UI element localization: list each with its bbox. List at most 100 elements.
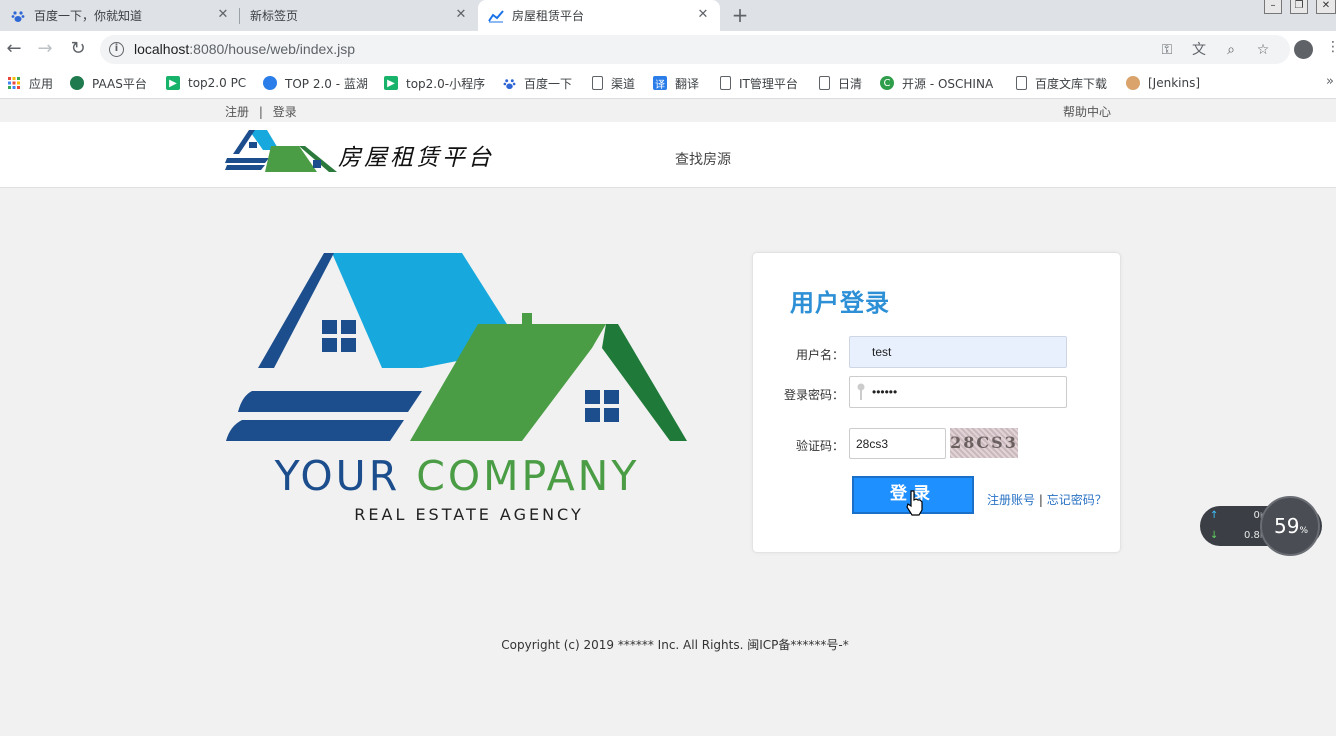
browser-toolbar: ← → ↻ i localhost:8080/house/web/index.j… bbox=[0, 31, 1336, 68]
minimize-icon[interactable]: – bbox=[1264, 0, 1282, 14]
menu-icon[interactable]: ⋮ bbox=[1326, 39, 1336, 55]
password-label: 登录密码： bbox=[783, 388, 844, 402]
bookmark-label: 日清 bbox=[838, 76, 863, 91]
close-icon[interactable]: ✕ bbox=[696, 8, 710, 22]
help-center-link[interactable]: 帮助中心 bbox=[1063, 103, 1111, 120]
bookmark-apps[interactable]: 应用 bbox=[7, 73, 53, 93]
close-icon[interactable]: ✕ bbox=[216, 8, 230, 22]
company-tagline: REAL ESTATE AGENCY bbox=[354, 505, 584, 524]
bookmark-top2-lanhu[interactable]: TOP 2.0 - 蓝湖 bbox=[263, 73, 368, 93]
bookmark-wenku[interactable]: 百度文库下载 bbox=[1016, 73, 1107, 93]
site-logo[interactable] bbox=[225, 128, 337, 176]
bookmark-top2-miniprogram[interactable]: ▶ top2.0-小程序 bbox=[384, 73, 485, 93]
bookmark-riqing[interactable]: 日清 bbox=[819, 73, 862, 93]
bookmark-label: IT管理平台 bbox=[739, 76, 798, 91]
bookmark-translate[interactable]: 译翻译 bbox=[653, 73, 699, 93]
bookmark-label: top2.0-小程序 bbox=[406, 76, 486, 91]
captcha-label: 验证码： bbox=[795, 439, 844, 453]
page-icon bbox=[819, 76, 830, 90]
zoom-icon[interactable]: ⌕ bbox=[1222, 41, 1240, 59]
captcha-input[interactable]: 28cs3 bbox=[849, 428, 946, 459]
arrow-up-icon: ↑ bbox=[1210, 510, 1219, 521]
profile-avatar-icon[interactable] bbox=[1294, 40, 1313, 59]
footer-copyright: Copyright (c) 2019 ****** Inc. All Right… bbox=[501, 638, 849, 652]
translate-icon[interactable]: 文 bbox=[1190, 41, 1208, 59]
separator: | bbox=[258, 105, 263, 119]
page-topbar: 注册 | 登录 帮助中心 bbox=[0, 100, 1336, 122]
play-icon: ▶ bbox=[166, 76, 180, 90]
site-brand-name[interactable]: 房屋租赁平台 bbox=[338, 138, 494, 172]
jenkins-icon bbox=[1126, 76, 1140, 90]
register-link[interactable]: 注册 bbox=[225, 105, 249, 119]
login-panel: 用户登录 用户名： test 登录密码： •••••• 验证码： 28cs3 2… bbox=[752, 252, 1121, 553]
bookmark-top2-pc[interactable]: ▶ top2.0 PC bbox=[166, 73, 246, 93]
bookmark-label: 开源 - OSCHINA bbox=[902, 76, 994, 91]
captcha-image[interactable]: 28CS3 bbox=[950, 428, 1018, 458]
memory-usage-gauge[interactable]: 59% bbox=[1260, 496, 1320, 556]
login-link[interactable]: 登录 bbox=[273, 105, 297, 119]
close-window-icon[interactable]: ✕ bbox=[1316, 0, 1336, 14]
browser-tabstrip: 百度一下，你就知道 ✕ 新标签页 ✕ 房屋租赁平台 ✕ + – ❐ ✕ bbox=[0, 0, 1336, 31]
auth-links: 注册 | 登录 bbox=[225, 103, 297, 120]
key-icon[interactable]: ⚿ bbox=[1158, 41, 1176, 59]
forward-icon[interactable]: → bbox=[34, 38, 56, 60]
password-value: •••••• bbox=[872, 385, 898, 399]
star-icon[interactable]: ☆ bbox=[1254, 41, 1272, 59]
page-icon bbox=[720, 76, 731, 90]
bookmark-label: top2.0 PC bbox=[188, 76, 247, 90]
bookmark-label: 百度一下 bbox=[524, 76, 573, 91]
download-value: 0.8 bbox=[1243, 530, 1260, 541]
tab-house-rental[interactable]: 房屋租赁平台 ✕ bbox=[478, 0, 720, 31]
url-host: localhost bbox=[134, 41, 190, 57]
arrow-down-icon: ↓ bbox=[1210, 530, 1219, 541]
separator: | bbox=[1038, 493, 1043, 507]
bookmark-paas[interactable]: PAAS平台 bbox=[70, 73, 147, 93]
restore-icon[interactable]: ❐ bbox=[1290, 0, 1308, 14]
username-label: 用户名： bbox=[795, 348, 844, 362]
site-info-icon[interactable]: i bbox=[109, 42, 124, 57]
bookmark-label: 翻译 bbox=[675, 76, 700, 91]
bookmarks-overflow-icon[interactable]: » bbox=[1326, 74, 1334, 89]
account-links: 注册账号 | 忘记密码？ bbox=[987, 491, 1107, 508]
close-icon[interactable]: ✕ bbox=[454, 8, 468, 22]
page-icon bbox=[1016, 76, 1027, 90]
translate-icon: 译 bbox=[653, 76, 667, 91]
baidu-paw-icon bbox=[502, 76, 516, 90]
new-tab-button[interactable]: + bbox=[730, 4, 750, 26]
paas-icon bbox=[70, 76, 84, 90]
baidu-paw-icon bbox=[10, 8, 26, 24]
lanhu-icon bbox=[263, 76, 277, 90]
company-name-company: COMPANY bbox=[416, 452, 640, 500]
bookmark-label: PAAS平台 bbox=[92, 76, 147, 91]
bookmark-baidu[interactable]: 百度一下 bbox=[502, 73, 572, 93]
company-name: YOUR COMPANY bbox=[222, 452, 692, 500]
apps-grid-icon bbox=[7, 76, 21, 90]
reload-icon[interactable]: ↻ bbox=[67, 38, 89, 60]
bookmark-label: [Jenkins] bbox=[1148, 76, 1201, 90]
key-icon bbox=[857, 383, 865, 400]
password-input[interactable]: •••••• bbox=[849, 376, 1067, 408]
bookmarks-bar: 应用 PAAS平台 ▶ top2.0 PC TOP 2.0 - 蓝湖 ▶ top2.… bbox=[0, 68, 1336, 99]
bookmark-jenkins[interactable]: [Jenkins] bbox=[1126, 73, 1200, 93]
url-text: localhost:8080/house/web/index.jsp bbox=[134, 41, 355, 57]
back-icon[interactable]: ← bbox=[3, 38, 25, 60]
chart-icon bbox=[488, 8, 504, 24]
username-input[interactable]: test bbox=[849, 336, 1067, 368]
bookmark-channel[interactable]: 渠道 bbox=[592, 73, 635, 93]
memory-percent: 59% bbox=[1262, 514, 1320, 538]
bookmark-label: 应用 bbox=[29, 76, 54, 91]
page-icon bbox=[592, 76, 603, 90]
bookmark-oschina[interactable]: C 开源 - OSCHINA bbox=[880, 73, 993, 93]
bookmark-label: TOP 2.0 - 蓝湖 bbox=[285, 76, 368, 91]
nav-find-listings[interactable]: 查找房源 bbox=[675, 149, 731, 169]
tab-new[interactable]: 新标签页 ✕ bbox=[240, 0, 478, 31]
bookmark-label: 百度文库下载 bbox=[1035, 76, 1108, 91]
tab-title: 新标签页 bbox=[250, 9, 299, 23]
login-title: 用户登录 bbox=[790, 289, 890, 317]
forgot-password-link[interactable]: 忘记密码？ bbox=[1047, 493, 1107, 507]
address-bar[interactable]: i localhost:8080/house/web/index.jsp ⚿ 文… bbox=[100, 35, 1290, 64]
bookmark-it-admin[interactable]: IT管理平台 bbox=[720, 73, 798, 93]
tab-baidu[interactable]: 百度一下，你就知道 ✕ bbox=[0, 0, 240, 31]
url-path: :8080/house/web/index.jsp bbox=[189, 41, 356, 57]
register-account-link[interactable]: 注册账号 bbox=[987, 493, 1035, 507]
